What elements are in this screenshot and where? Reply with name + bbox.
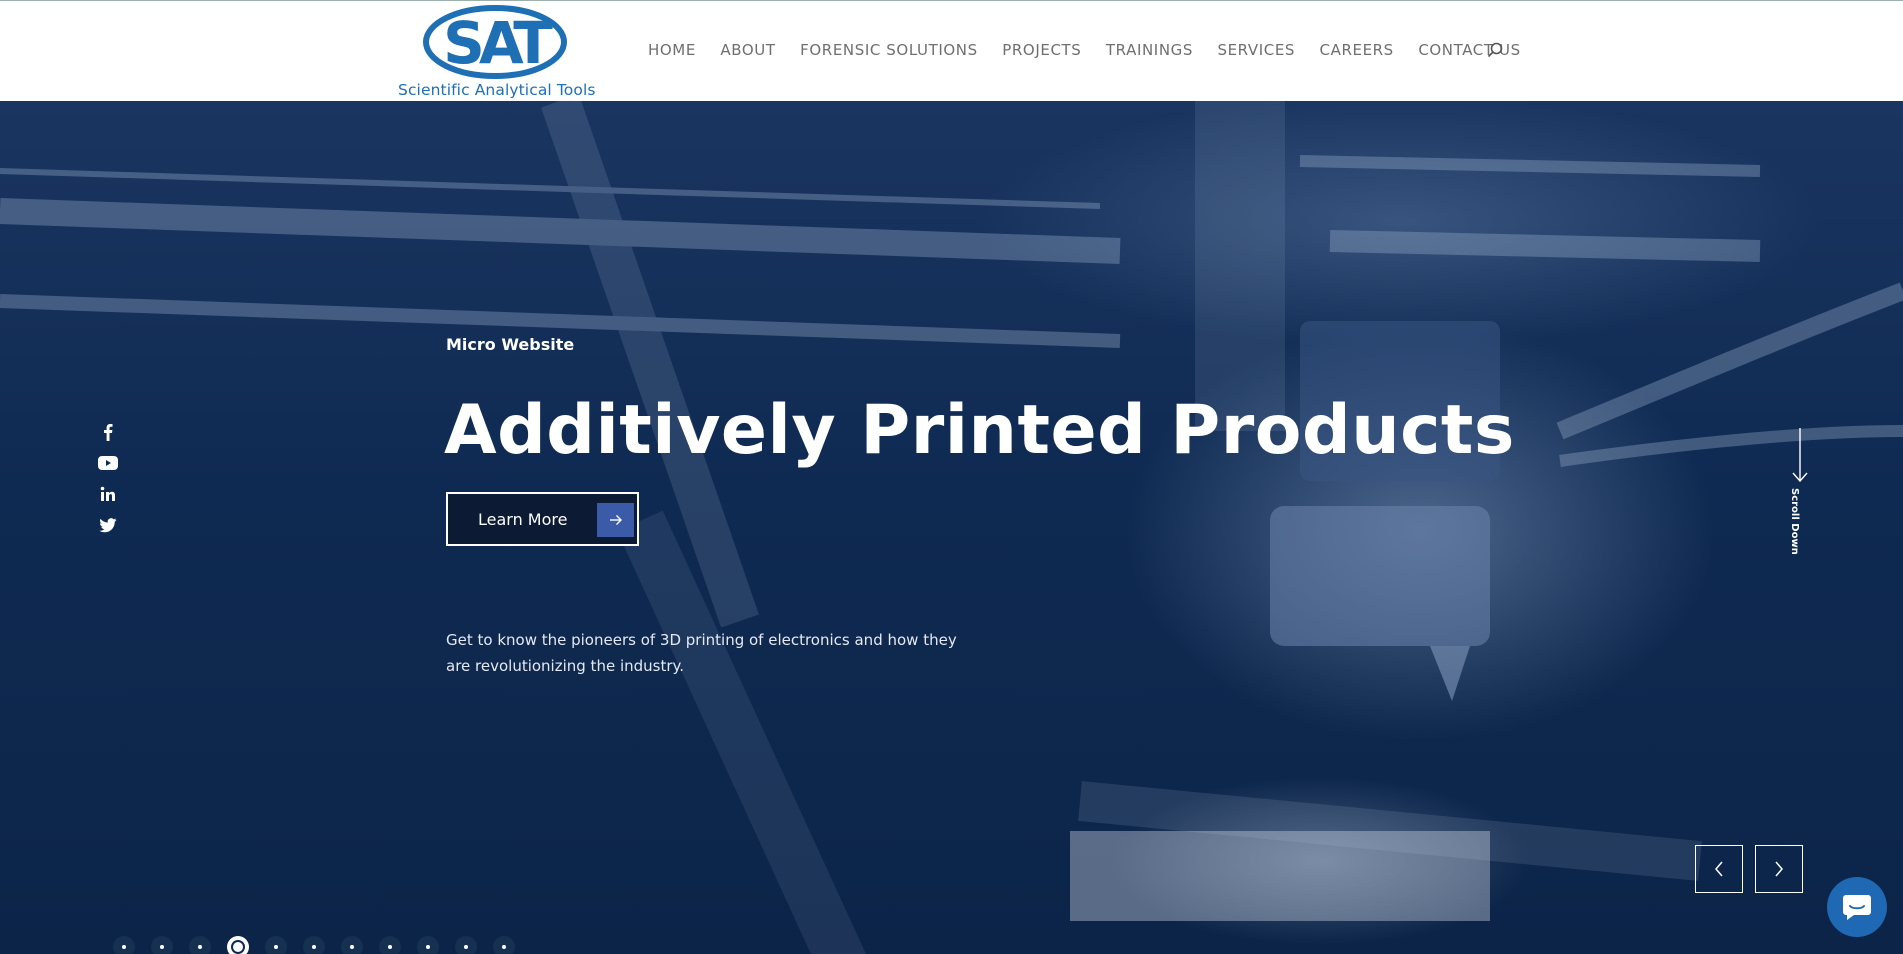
slide-dot[interactable] xyxy=(341,936,363,954)
slide-dot[interactable] xyxy=(379,936,401,954)
hero-slider: Micro Website Additively Printed Product… xyxy=(0,101,1903,954)
slide-dot[interactable] xyxy=(151,936,173,954)
slide-dot[interactable] xyxy=(455,936,477,954)
hero-description: Get to know the pioneers of 3D printing … xyxy=(446,631,957,675)
scroll-down-label: Scroll Down xyxy=(1789,488,1800,555)
nav-forensic-solutions[interactable]: FORENSIC SOLUTIONS xyxy=(800,41,978,59)
next-slide-button[interactable] xyxy=(1755,845,1803,893)
nav-careers[interactable]: CAREERS xyxy=(1320,41,1394,59)
nav-contact-us[interactable]: CONTACT US xyxy=(1418,41,1520,59)
slide-dot[interactable] xyxy=(417,936,439,954)
slide-dot[interactable] xyxy=(303,936,325,954)
arrow-right-icon xyxy=(597,503,634,537)
facebook-icon[interactable] xyxy=(97,421,119,443)
hero-background-image xyxy=(0,101,1903,954)
search-icon[interactable] xyxy=(1487,42,1503,58)
twitter-icon[interactable] xyxy=(97,514,119,536)
nav-about[interactable]: ABOUT xyxy=(720,41,775,59)
main-nav: HOME ABOUT FORENSIC SOLUTIONS PROJECTS T… xyxy=(648,41,1545,59)
brand-name: Scientific Analytical Tools xyxy=(398,81,596,99)
hero-eyebrow: Micro Website xyxy=(446,335,575,354)
youtube-icon[interactable] xyxy=(97,452,119,474)
learn-more-button[interactable]: Learn More xyxy=(446,492,639,546)
linkedin-icon[interactable] xyxy=(97,483,119,505)
sat-logo-mark: SAT xyxy=(423,5,567,79)
logo[interactable]: SAT Scientific Analytical Tools xyxy=(398,5,596,99)
chevron-left-icon xyxy=(1715,861,1723,877)
slide-dot[interactable] xyxy=(189,936,211,954)
scroll-down-link[interactable]: Scroll Down xyxy=(1788,428,1812,555)
slide-dot[interactable] xyxy=(113,936,135,954)
hero-headline: Additively Printed Products xyxy=(444,391,1515,470)
nav-trainings[interactable]: TRAININGS xyxy=(1106,41,1193,59)
logo-letters: SAT xyxy=(443,9,553,77)
prev-slide-button[interactable] xyxy=(1695,845,1743,893)
arrow-down-icon xyxy=(1792,428,1808,483)
nav-projects[interactable]: PROJECTS xyxy=(1002,41,1081,59)
chat-icon xyxy=(1843,895,1871,920)
slide-dot[interactable] xyxy=(265,936,287,954)
slide-dot[interactable] xyxy=(493,936,515,954)
site-header: SAT Scientific Analytical Tools HOME ABO… xyxy=(0,0,1903,101)
chevron-right-icon xyxy=(1775,861,1783,877)
nav-home[interactable]: HOME xyxy=(648,41,696,59)
slide-dot-active[interactable] xyxy=(227,936,249,954)
chat-button[interactable] xyxy=(1827,877,1887,937)
learn-more-label: Learn More xyxy=(478,510,568,529)
nav-services[interactable]: SERVICES xyxy=(1217,41,1295,59)
social-links xyxy=(97,421,119,545)
